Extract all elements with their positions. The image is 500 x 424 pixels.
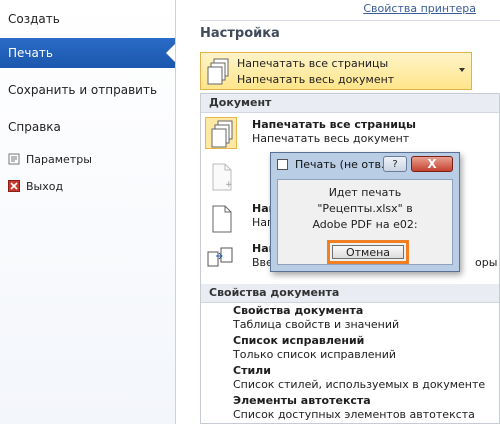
svg-text:+: + xyxy=(225,180,233,190)
menu-option-autotext[interactable]: Элементы автотекста Список доступных эле… xyxy=(201,392,499,422)
nav-help-label: Справка xyxy=(8,120,61,134)
menu-option-desc: Только список исправлений xyxy=(233,348,397,361)
close-button[interactable]: X xyxy=(411,156,453,172)
pages-icon xyxy=(205,117,237,149)
custom-pages-icon xyxy=(205,242,237,274)
dialog-message-line1: Идет печать xyxy=(328,186,402,199)
nav-exit[interactable]: Выход xyxy=(8,177,63,197)
backstage-nav: Создать Печать Сохранить и отправить Спр… xyxy=(0,0,176,424)
chevron-down-icon xyxy=(459,68,465,72)
window-icon xyxy=(277,159,288,170)
menu-option-desc: Таблица свойств и значений xyxy=(233,318,400,331)
nav-exit-label: Выход xyxy=(26,180,64,193)
menu-option-title: Стили xyxy=(233,364,271,377)
menu-option-desc: Список доступных элементов автотекста xyxy=(233,408,475,421)
nav-create[interactable]: Создать xyxy=(0,4,175,34)
dialog-body: Идет печать "Рецепты.xlsx" в Adobe PDF н… xyxy=(277,179,453,265)
dropdown-desc: Напечатать весь документ xyxy=(237,73,395,86)
nav-help[interactable]: Справка xyxy=(0,112,175,142)
page-icon xyxy=(205,202,237,234)
nav-save-send-label: Сохранить и отправить xyxy=(8,83,158,97)
menu-option-title: Элементы автотекста xyxy=(233,394,371,407)
nav-save-send[interactable]: Сохранить и отправить xyxy=(0,75,175,105)
group-header-properties: Свойства документа xyxy=(201,284,499,303)
menu-option-doc-properties[interactable]: Свойства документа Таблица свойств и зна… xyxy=(201,302,499,332)
nav-print-label: Печать xyxy=(8,46,53,60)
menu-option-styles[interactable]: Стили Список стилей, используемых в доку… xyxy=(201,362,499,392)
dropdown-title: Напечатать все страницы xyxy=(237,57,389,70)
help-button[interactable]: ? xyxy=(383,156,407,172)
selection-page-icon: + xyxy=(205,160,237,192)
dialog-message-line3: Adobe PDF на e02: xyxy=(312,218,418,231)
group-header-document: Документ xyxy=(201,94,499,113)
nav-options-label: Параметры xyxy=(26,153,92,166)
menu-option-revisions[interactable]: Список исправлений Только список исправл… xyxy=(201,332,499,362)
dialog-message-line2: "Рецепты.xlsx" в xyxy=(317,202,413,215)
cancel-highlight: Отмена xyxy=(327,240,409,264)
dialog-titlebar[interactable]: Печать (не отв... ? X xyxy=(271,153,459,177)
menu-option-desc-tail: оры xyxy=(475,256,498,269)
nav-options[interactable]: Параметры xyxy=(8,150,92,170)
menu-option-all-pages[interactable]: Напечатать все страницы Напечатать весь … xyxy=(201,114,499,152)
pages-icon xyxy=(206,58,230,86)
menu-option-title: Напечатать все страницы xyxy=(252,118,416,131)
exit-icon xyxy=(8,179,20,192)
nav-print[interactable]: Печать xyxy=(0,38,175,68)
menu-option-desc: Напечатать весь документ xyxy=(252,132,410,145)
menu-option-desc: Список стилей, используемых в документе xyxy=(233,378,486,391)
print-range-dropdown[interactable]: Напечатать все страницы Напечатать весь … xyxy=(200,52,472,90)
printer-properties-link[interactable]: Свойства принтера xyxy=(363,2,476,15)
settings-title: Настройка xyxy=(200,26,280,41)
options-icon xyxy=(8,152,20,165)
divider xyxy=(200,20,500,21)
cancel-button[interactable]: Отмена xyxy=(332,245,404,259)
nav-create-label: Создать xyxy=(8,12,60,26)
menu-option-title: Свойства документа xyxy=(233,304,364,317)
printing-dialog: Печать (не отв... ? X Идет печать "Рецеп… xyxy=(270,152,460,272)
dialog-title: Печать (не отв... xyxy=(295,158,392,171)
menu-option-title: Список исправлений xyxy=(233,334,365,347)
